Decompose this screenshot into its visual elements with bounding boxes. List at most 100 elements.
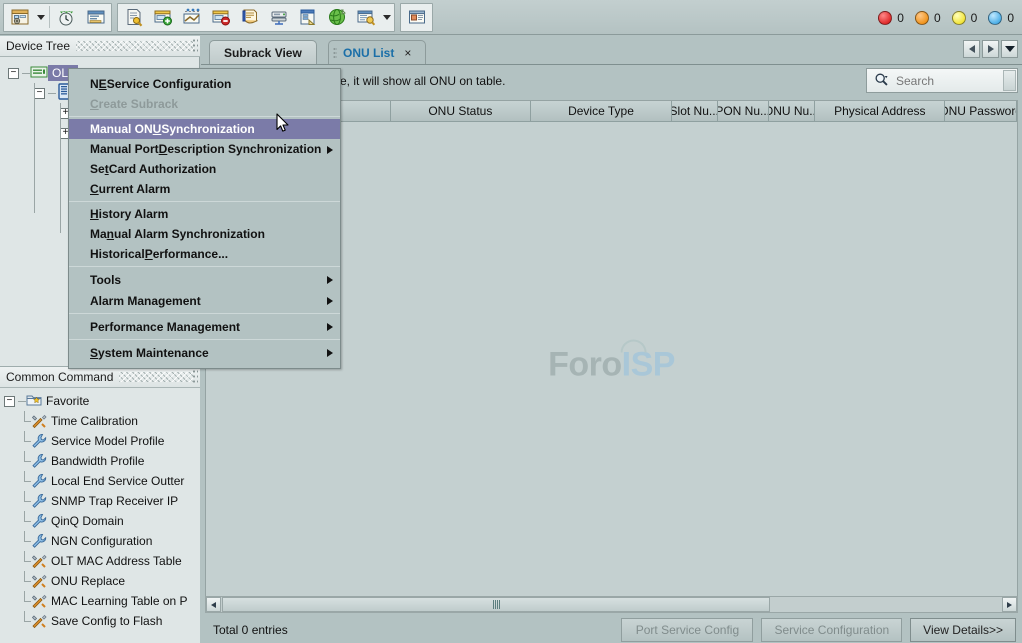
horizontal-scrollbar[interactable]: [205, 596, 1018, 613]
list-item-label: ONU Replace: [51, 574, 125, 588]
security-key-icon[interactable]: [120, 5, 147, 30]
tools-icon: [31, 593, 47, 609]
search-input[interactable]: Search: [866, 68, 1018, 93]
device-list-icon[interactable]: [82, 5, 109, 30]
tab-subrack-view[interactable]: Subrack View: [209, 40, 317, 64]
submenu-arrow-icon: [327, 297, 333, 305]
submenu-arrow-icon: [327, 349, 333, 357]
scrollbar-grip: [493, 600, 500, 609]
submenu-arrow-icon: [327, 276, 333, 284]
common-command-list: − Favorite Time Calibration: [0, 388, 200, 631]
menu-item-manual-alarm-synchronization[interactable]: Manual Alarm Synchronization: [69, 224, 340, 244]
menu-item-historical-performance[interactable]: Historical Performance...: [69, 244, 340, 264]
device-delete-icon[interactable]: [207, 5, 234, 30]
config-icon[interactable]: [352, 5, 379, 30]
report-icon[interactable]: [236, 5, 263, 30]
menu-item-manual-port-description-synchronization[interactable]: Manual Port Description Synchronization: [69, 139, 340, 159]
list-item[interactable]: Local End Service Outter: [4, 471, 200, 491]
tree-branch: [18, 413, 31, 429]
device-discovery-icon[interactable]: [178, 5, 205, 30]
tree-expander-collapse-icon[interactable]: −: [4, 396, 15, 407]
window-icon[interactable]: [403, 5, 430, 30]
port-service-config-button[interactable]: Port Service Config: [621, 618, 753, 642]
favorite-root[interactable]: − Favorite: [4, 391, 200, 411]
alarm-minor[interactable]: 0: [952, 11, 978, 25]
panel-collapse-dots[interactable]: [192, 369, 198, 385]
tab-list-dropdown-button[interactable]: [1001, 40, 1018, 58]
total-entries-label: Total 0 entries: [201, 623, 288, 637]
menu-label-post: Synchronization: [161, 122, 254, 136]
list-item[interactable]: Save Config to Flash: [4, 611, 200, 631]
menu-item-tools[interactable]: Tools: [69, 269, 340, 290]
service-configuration-button[interactable]: Service Configuration: [761, 618, 902, 642]
scroll-right-button[interactable]: [1002, 597, 1017, 612]
list-item[interactable]: Bandwidth Profile: [4, 451, 200, 471]
panel-grip: [76, 41, 194, 51]
tab-scroll-right-button[interactable]: [982, 40, 999, 58]
menu-item-current-alarm[interactable]: Current Alarm: [69, 179, 340, 199]
search-scroll-thumb[interactable]: [1003, 70, 1016, 91]
network-globe-icon[interactable]: [323, 5, 350, 30]
menu-item-history-alarm[interactable]: History Alarm: [69, 204, 340, 224]
list-item[interactable]: OLT MAC Address Table: [4, 551, 200, 571]
column-header-onu-status[interactable]: ONU Status: [391, 101, 532, 121]
column-header-pon-number[interactable]: PON Nu...: [718, 101, 769, 121]
column-header-slot-number[interactable]: Slot Nu...: [672, 101, 718, 121]
tree-branch: [18, 593, 31, 609]
menu-item-system-maintenance[interactable]: System Maintenance: [69, 342, 340, 363]
panel-collapse-dots[interactable]: [192, 38, 198, 54]
server-icon[interactable]: [265, 5, 292, 30]
menu-label-post: Service Configuration: [107, 77, 232, 91]
column-header-onu-number[interactable]: ONU Nu...: [769, 101, 816, 121]
list-item[interactable]: MAC Learning Table on P: [4, 591, 200, 611]
list-item[interactable]: Time Calibration: [4, 411, 200, 431]
alarm-warning[interactable]: 0: [988, 11, 1014, 25]
tab-scroll-left-button[interactable]: [963, 40, 980, 58]
close-icon[interactable]: ×: [404, 46, 411, 60]
list-item[interactable]: ONU Replace: [4, 571, 200, 591]
scrollbar-thumb[interactable]: [222, 597, 770, 612]
list-item-label: QinQ Domain: [51, 514, 124, 528]
tree-expander-collapse-icon[interactable]: −: [8, 68, 19, 79]
wrench-icon: [31, 473, 47, 489]
menu-mnemonic: C: [90, 182, 99, 196]
column-header-onu-password[interactable]: ONU Password: [945, 101, 1017, 121]
list-item[interactable]: SNMP Trap Receiver IP: [4, 491, 200, 511]
list-item[interactable]: NGN Configuration: [4, 531, 200, 551]
menu-item-set-card-authorization[interactable]: Set Card Authorization: [69, 159, 340, 179]
column-header-physical-address[interactable]: Physical Address: [815, 101, 945, 121]
config-dropdown-caret-icon[interactable]: [380, 5, 393, 30]
list-item[interactable]: QinQ Domain: [4, 511, 200, 531]
menu-mnemonic: P: [145, 247, 153, 261]
topology-dropdown-caret-icon[interactable]: [34, 5, 47, 30]
time-sync-icon[interactable]: [53, 5, 80, 30]
menu-item-performance-management[interactable]: Performance Management: [69, 316, 340, 337]
menu-item-alarm-management[interactable]: Alarm Management: [69, 290, 340, 311]
menu-label-post: reate Subrack: [99, 97, 178, 111]
toolbar-group-2: [117, 3, 395, 32]
device-add-icon[interactable]: [149, 5, 176, 30]
alarm-critical-count: 0: [897, 11, 904, 25]
menu-item-ne-service-configuration[interactable]: NE Service Configuration: [69, 74, 340, 94]
menu-separator: [69, 266, 340, 267]
list-item[interactable]: Service Model Profile: [4, 431, 200, 451]
menu-mnemonic: S: [90, 346, 98, 360]
menu-item-manual-onu-synchronization[interactable]: Manual ONU Synchronization: [69, 119, 340, 139]
alarm-warning-dot: [988, 11, 1002, 25]
view-details-button[interactable]: View Details>>: [910, 618, 1016, 642]
panel-grip: [119, 372, 194, 382]
scroll-left-button[interactable]: [206, 597, 221, 612]
database-icon[interactable]: [294, 5, 321, 30]
tab-grip: [333, 47, 337, 60]
tree-expander-collapse-icon[interactable]: −: [34, 88, 45, 99]
alarm-critical[interactable]: 0: [878, 11, 904, 25]
topology-view-icon[interactable]: [6, 5, 33, 30]
menu-label-post: urrent Alarm: [99, 182, 171, 196]
alarm-major-count: 0: [934, 11, 941, 25]
alarm-major[interactable]: 0: [915, 11, 941, 25]
column-header-device-type[interactable]: Device Type: [531, 101, 672, 121]
wrench-icon: [31, 493, 47, 509]
status-buttons: Port Service Config Service Configuratio…: [613, 618, 1022, 642]
tab-onu-list[interactable]: ONU List ×: [328, 40, 426, 64]
menu-bottom-pad: [69, 363, 340, 368]
